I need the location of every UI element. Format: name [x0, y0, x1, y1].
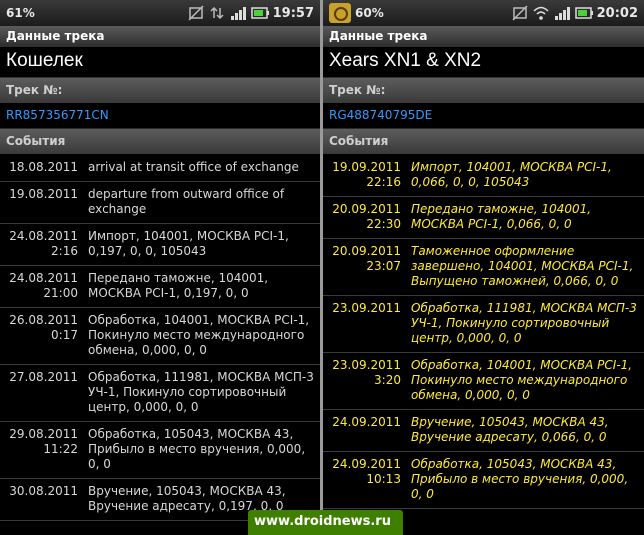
- event-date: 24.08.2011 2:16: [9, 229, 78, 258]
- sync-off-icon: [188, 5, 204, 21]
- event-date: 29.08.2011 11:22: [9, 427, 78, 456]
- event-row[interactable]: 27.08.2011 Обработка, 111981, МОСКВА МСП-…: [0, 365, 320, 422]
- app-notification-icon[interactable]: [329, 3, 351, 23]
- signal-icon: [554, 5, 570, 21]
- event-row[interactable]: 29.08.2011 11:22 Обработка, 105043, МОСКВ…: [0, 422, 320, 479]
- event-date: 24.09.2011 10:13: [332, 457, 401, 486]
- event-description: Передано таможне, 104001, МОСКВА PCI-1, …: [88, 271, 269, 300]
- signal-icon: [230, 5, 246, 21]
- battery-icon: [574, 5, 593, 21]
- watermark: www.droidnews.ru: [248, 510, 403, 535]
- event-date: 18.08.2011: [9, 160, 78, 174]
- event-row[interactable]: 24.09.2011 10:13 Обработка, 105043, МОСКВ…: [323, 452, 644, 509]
- event-row[interactable]: 24.08.2011 21:00 Передано таможне, 104001…: [0, 266, 320, 308]
- event-date: 20.09.2011 22:30: [332, 202, 401, 231]
- event-description: departure from outward office of exchang…: [88, 187, 285, 216]
- event-row[interactable]: 19.08.2011 departure from outward office …: [0, 182, 320, 224]
- status-bar: 60% 20:02: [323, 0, 644, 26]
- event-description: arrival at transit office of exchange: [88, 160, 299, 174]
- event-description: Обработка, 111981, МОСКВА МСП-3 УЧ-1, По…: [411, 301, 637, 345]
- track-number[interactable]: RG488740795DE: [323, 103, 644, 129]
- title-bar: Данные трека: [323, 26, 644, 47]
- event-row[interactable]: 24.09.2011 Вручение, 105043, МОСКВА 43, В…: [323, 410, 644, 452]
- event-description: Обработка, 105043, МОСКВА 43, Прибыло в …: [411, 457, 629, 501]
- event-row[interactable]: 26.08.2011 0:17 Обработка, 104001, МОСКВА…: [0, 308, 320, 365]
- data-arrows-icon: [209, 5, 225, 21]
- clock: 20:02: [596, 5, 638, 21]
- track-label: Трек №:: [323, 78, 644, 103]
- event-date: 30.08.2011: [9, 484, 78, 498]
- event-date: 27.08.2011: [9, 370, 78, 384]
- event-row[interactable]: 23.09.2011 3:20 Обработка, 104001, МОСКВА…: [323, 353, 644, 410]
- events-label: События: [0, 129, 320, 154]
- event-date: 24.08.2011 21:00: [9, 271, 78, 300]
- event-date: 23.09.2011 3:20: [332, 358, 401, 387]
- event-description: Обработка, 104001, МОСКВА PCI-1, Покинул…: [411, 358, 633, 402]
- right-screen: 60% 20:02 Данные трека Xears XN1 & XN2 Т…: [323, 0, 644, 535]
- event-description: Передано таможне, 104001, МОСКВА PCI-1, …: [411, 202, 592, 231]
- battery-percent: 60%: [355, 6, 384, 20]
- battery-icon: [250, 5, 269, 21]
- events-list: 19.09.2011 22:16 Импорт, 104001, МОСКВА P…: [323, 155, 644, 509]
- event-description: Вручение, 105043, МОСКВА 43, Вручение ад…: [411, 415, 609, 444]
- event-date: 20.09.2011 23:07: [332, 244, 401, 273]
- event-row[interactable]: 20.09.2011 23:07 Таможенное оформление за…: [323, 239, 644, 296]
- parcel-name: Xears XN1 & XN2: [323, 47, 644, 78]
- event-row[interactable]: 24.08.2011 2:16 Импорт, 104001, МОСКВА PC…: [0, 224, 320, 266]
- event-row[interactable]: 23.09.2011 Обработка, 111981, МОСКВА МСП-…: [323, 296, 644, 353]
- event-description: Обработка, 111981, МОСКВА МСП-3 УЧ-1, По…: [88, 370, 314, 414]
- track-number[interactable]: RR857356771CN: [0, 103, 320, 129]
- title-bar: Данные трека: [0, 26, 320, 47]
- events-label: События: [323, 129, 644, 154]
- parcel-name: Кошелек: [0, 47, 320, 78]
- event-description: Обработка, 105043, МОСКВА 43, Прибыло в …: [88, 427, 306, 471]
- event-row[interactable]: 20.09.2011 22:30 Передано таможне, 104001…: [323, 197, 644, 239]
- event-date: 23.09.2011: [332, 301, 401, 315]
- event-description: Импорт, 104001, МОСКВА PCI-1, 0,197, 0, …: [88, 229, 289, 258]
- sync-off-icon: [512, 5, 528, 21]
- event-description: Таможенное оформление завершено, 104001,…: [411, 244, 634, 288]
- event-date: 19.08.2011: [9, 187, 78, 201]
- events-list: 18.08.2011 arrival at transit office of e…: [0, 155, 320, 521]
- clock: 19:57: [272, 5, 314, 21]
- event-date: 19.09.2011 22:16: [332, 160, 401, 189]
- event-date: 24.09.2011: [332, 415, 401, 429]
- event-description: Импорт, 104001, МОСКВА PCI-1, 0,066, 0, …: [411, 160, 612, 189]
- status-bar: 61% 19:57: [0, 0, 320, 26]
- battery-percent: 61%: [6, 6, 35, 20]
- event-row[interactable]: 19.09.2011 22:16 Импорт, 104001, МОСКВА P…: [323, 155, 644, 197]
- event-row[interactable]: 18.08.2011 arrival at transit office of e…: [0, 155, 320, 182]
- event-date: 26.08.2011 0:17: [9, 313, 78, 342]
- wifi-icon: [533, 5, 549, 21]
- track-label: Трек №:: [0, 78, 320, 103]
- left-screen: 61% 19:57 Данные трека Кошелек Трек №: R…: [0, 0, 320, 535]
- event-description: Обработка, 104001, МОСКВА PCI-1, Покинул…: [88, 313, 310, 357]
